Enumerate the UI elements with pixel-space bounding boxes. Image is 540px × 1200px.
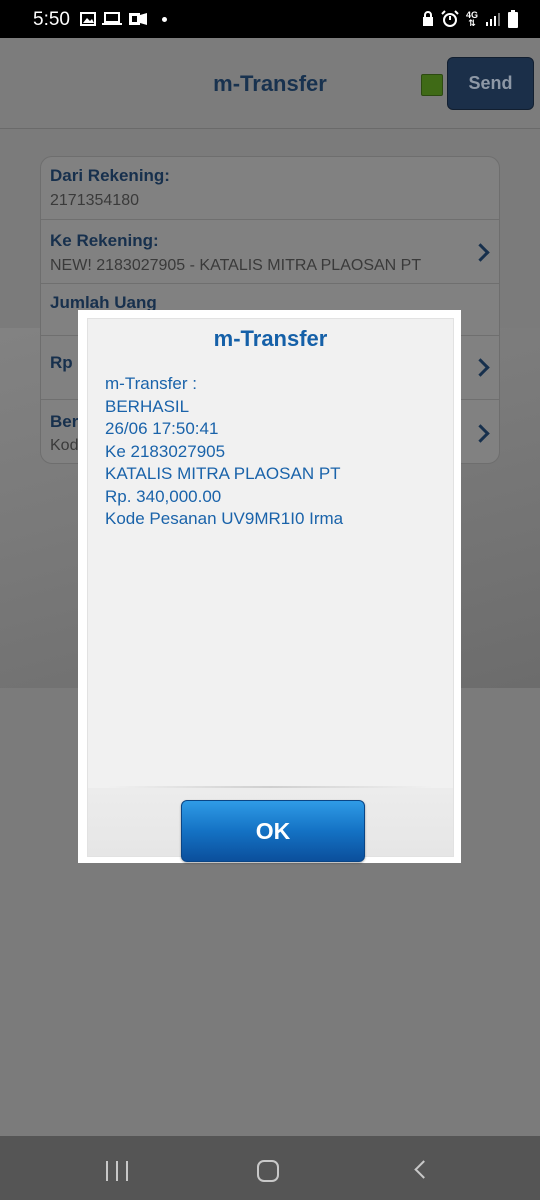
message-line: 26/06 17:50:41 [105, 419, 219, 438]
app-header: m-Transfer Send [0, 38, 540, 129]
chevron-right-icon [471, 358, 490, 377]
laptop-icon [102, 12, 122, 25]
system-nav-bar [0, 1136, 540, 1200]
ok-button[interactable]: OK [181, 800, 365, 862]
recent-apps-icon[interactable] [106, 1161, 128, 1181]
lock-icon [422, 11, 433, 26]
signal-icon [486, 13, 500, 26]
status-indicator [421, 74, 443, 96]
system-icons: 4G ⇅ [422, 10, 518, 28]
back-icon[interactable] [414, 1160, 433, 1179]
dialog-message: m-Transfer : BERHASIL 26/06 17:50:41 Ke … [105, 373, 343, 531]
battery-icon [508, 10, 518, 28]
image-icon [80, 12, 96, 26]
message-line: KATALIS MITRA PLAOSAN PT [105, 464, 341, 483]
network-type-icon: 4G ⇅ [465, 10, 478, 28]
message-line: Kode Pesanan UV9MR1I0 Irma [105, 509, 344, 528]
status-time: 5:50 [33, 9, 70, 30]
remark-value: Kod [50, 437, 79, 454]
message-line: m-Transfer : [105, 374, 197, 393]
chevron-right-icon [471, 243, 490, 262]
destination-account-value: NEW! 2183027905 - KATALIS MITRA PLAOSAN … [50, 257, 422, 274]
dialog-title: m-Transfer [213, 326, 328, 351]
form-row-destination-account[interactable]: Ke Rekening: NEW! 2183027905 - KATALIS M… [41, 219, 499, 284]
status-bar: 5:50 4G ⇅ [0, 0, 540, 38]
source-account-value: 2171354180 [50, 192, 139, 209]
destination-account-label: Ke Rekening: [50, 231, 159, 250]
vpn-key-icon [129, 13, 147, 25]
message-line: Rp. 340,000.00 [105, 486, 222, 506]
remark-label: Ber [50, 412, 79, 431]
form-row-source-account[interactable]: Dari Rekening: 2171354180 [41, 157, 499, 220]
notification-icons [80, 12, 167, 26]
send-button[interactable]: Send [447, 57, 534, 110]
alarm-icon [441, 10, 459, 27]
dialog-body: m-Transfer m-Transfer : BERHASIL 26/06 1… [87, 318, 454, 862]
home-icon[interactable] [257, 1160, 279, 1182]
message-line: BERHASIL [105, 396, 190, 416]
dialog-footer: OK [88, 788, 453, 862]
currency-label: Rp [50, 353, 73, 372]
result-dialog: m-Transfer m-Transfer : BERHASIL 26/06 1… [78, 310, 461, 863]
more-notifications-dot [162, 16, 167, 22]
message-line: Ke 2183027905 [105, 441, 226, 461]
chevron-right-icon [471, 424, 490, 443]
source-account-label: Dari Rekening: [50, 166, 170, 185]
